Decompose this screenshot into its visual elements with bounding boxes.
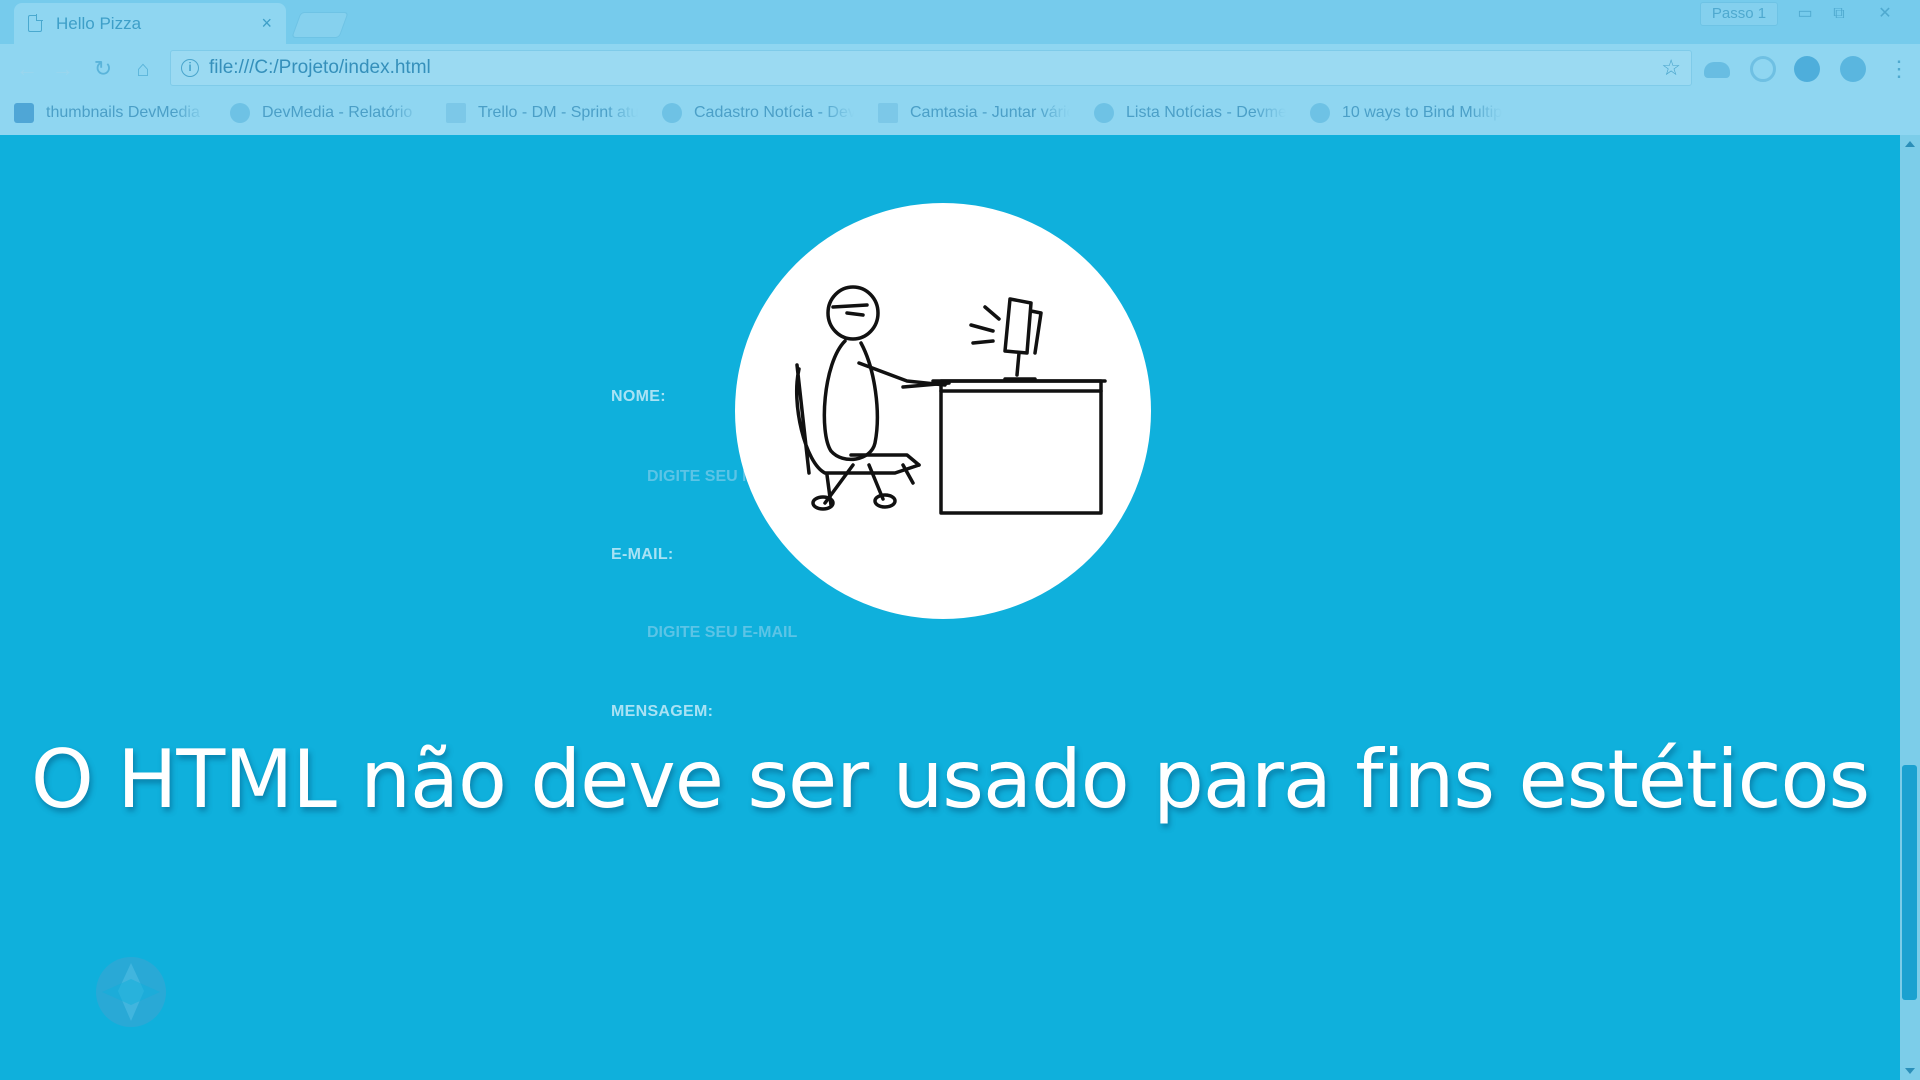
- email-label: E-MAIL:: [611, 546, 674, 563]
- globe-extension-icon[interactable]: [1840, 56, 1866, 82]
- scrollbar-thumb[interactable]: [1902, 765, 1917, 1000]
- minimize-icon[interactable]: ▭: [1790, 2, 1820, 26]
- scroll-down-icon[interactable]: [1905, 1068, 1915, 1074]
- shield-extension-icon[interactable]: [1750, 56, 1776, 82]
- bookmark-label: DevMedia - Relatório: [262, 104, 413, 121]
- bookmark-star-icon[interactable]: ☆: [1661, 55, 1681, 81]
- bookmark-label: Cadastro Notícia - DevMedia: [694, 104, 854, 121]
- bookmark-item[interactable]: 10 ways to Bind Multiple: [1310, 103, 1502, 123]
- nome-label: NOME:: [611, 388, 666, 405]
- trello-icon: [446, 103, 466, 123]
- window-close-icon[interactable]: ✕: [1870, 2, 1900, 26]
- bookmark-label: Camtasia - Juntar vários: [910, 104, 1070, 121]
- forward-arrow-icon[interactable]: →: [48, 54, 78, 84]
- browser-chrome: Hello Pizza × Passo 1 ▭ ⧉ ✕ ← → ↻ ⌂ i fi…: [0, 0, 1920, 135]
- devmedia-logo-icon: [102, 963, 160, 1021]
- address-url[interactable]: file:///C:/Projeto/index.html: [209, 57, 1661, 79]
- back-arrow-icon[interactable]: ←: [12, 54, 42, 84]
- restore-icon[interactable]: ⧉: [1824, 2, 1854, 26]
- bookmark-label: Lista Notícias - Devmedia: [1126, 104, 1286, 121]
- profile-chip[interactable]: Passo 1: [1700, 2, 1778, 26]
- stick-figure-drawing: [794, 285, 1107, 515]
- bookmark-item[interactable]: Trello - DM - Sprint atual: [446, 103, 638, 123]
- vertical-scrollbar[interactable]: [1900, 135, 1920, 1080]
- person-at-computer-illustration: [735, 203, 1151, 619]
- bookmark-item[interactable]: Camtasia - Juntar vários: [878, 103, 1070, 123]
- tab-hello-pizza[interactable]: Hello Pizza ×: [14, 3, 286, 44]
- bookmark-label: Trello - DM - Sprint atual: [478, 104, 638, 121]
- bookmark-item[interactable]: Cadastro Notícia - DevMedia: [662, 103, 854, 123]
- devmedia-icon: [662, 103, 682, 123]
- new-tab-button[interactable]: [291, 12, 349, 38]
- reload-icon[interactable]: ↻: [88, 54, 118, 84]
- edit-extension-icon[interactable]: [1794, 56, 1820, 82]
- info-icon[interactable]: i: [181, 59, 199, 77]
- bookmark-item[interactable]: thumbnails DevMedia: [14, 103, 206, 123]
- bookmark-item[interactable]: Lista Notícias - Devmedia: [1094, 103, 1286, 123]
- devmedia-icon: [230, 103, 250, 123]
- browser-toolbar: ← → ↻ ⌂ i file:///C:/Projeto/index.html …: [0, 44, 1920, 94]
- avatar-icon: [1310, 103, 1330, 123]
- tab-close-icon[interactable]: ×: [261, 13, 272, 34]
- bookmark-label: thumbnails DevMedia: [46, 104, 200, 121]
- devmedia-icon: [1094, 103, 1114, 123]
- home-icon[interactable]: ⌂: [128, 54, 158, 84]
- bookmarks-bar: thumbnails DevMedia DevMedia - Relatório…: [0, 94, 1920, 132]
- scroll-up-icon[interactable]: [1905, 141, 1915, 147]
- bookmark-item[interactable]: DevMedia - Relatório: [230, 103, 422, 123]
- play-icon: [878, 103, 898, 123]
- mensagem-label: MENSAGEM:: [611, 703, 714, 720]
- browser-menu-icon[interactable]: ⋮: [1888, 54, 1910, 84]
- bookmark-label: 10 ways to Bind Multiple: [1342, 104, 1502, 121]
- page-icon: [28, 14, 43, 32]
- grid-icon: [14, 103, 34, 123]
- tab-strip: Hello Pizza × Passo 1 ▭ ⧉ ✕: [0, 0, 1920, 44]
- cloud-extension-icon[interactable]: [1704, 62, 1730, 78]
- logo-watermark: [96, 957, 166, 1027]
- address-bar[interactable]: i file:///C:/Projeto/index.html ☆: [170, 50, 1692, 86]
- tab-title: Hello Pizza: [56, 13, 142, 33]
- caption-overlay: O HTML não deve ser usado para fins esté…: [30, 733, 1870, 826]
